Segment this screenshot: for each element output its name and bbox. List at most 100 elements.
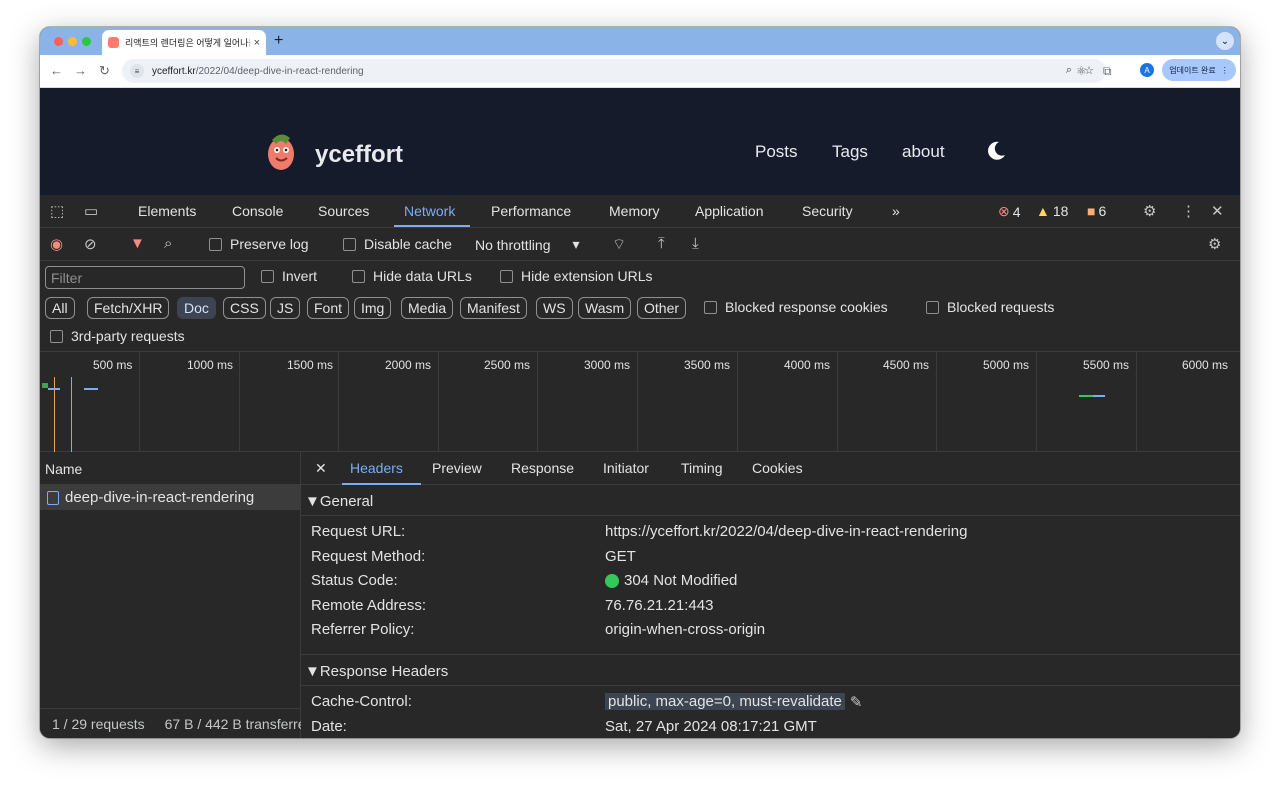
nav-tags[interactable]: Tags — [832, 142, 868, 162]
timeline-tick: 4500 ms — [883, 358, 930, 372]
tab-application[interactable]: Application — [695, 203, 764, 219]
tab-headers[interactable]: Headers — [350, 460, 403, 476]
cache-control-value: public, max-age=0, must-revalidate ✎ — [605, 693, 862, 711]
blocked-requests-checkbox[interactable]: Blocked requests — [926, 299, 1054, 315]
tab-security[interactable]: Security — [802, 203, 853, 219]
invert-checkbox[interactable]: Invert — [261, 268, 317, 284]
url-path: /2022/04/deep-dive-in-react-rendering — [195, 65, 364, 77]
tab-sources[interactable]: Sources — [318, 203, 369, 219]
tab-close-icon[interactable]: × — [254, 37, 260, 49]
device-toolbar-icon[interactable]: ▭ — [84, 202, 98, 220]
search-icon[interactable]: ⌕ — [164, 235, 172, 252]
nav-about[interactable]: about — [902, 142, 945, 162]
extensions-icon[interactable]: ⧉ — [1103, 64, 1112, 79]
request-row[interactable]: deep-dive-in-react-rendering — [40, 485, 300, 510]
response-headers-section-header[interactable]: ▼Response Headers — [301, 655, 1240, 686]
filter-bar: Filter Invert Hide data URLs Hide extens… — [40, 261, 1240, 352]
close-details-icon[interactable]: ✕ — [315, 460, 327, 477]
filter-input[interactable]: Filter — [45, 266, 245, 289]
tab-elements[interactable]: Elements — [138, 203, 196, 219]
type-filter-all[interactable]: All — [45, 297, 75, 319]
new-tab-button[interactable]: + — [274, 32, 283, 50]
timeline-gridline — [139, 352, 140, 452]
close-devtools-icon[interactable]: ✕ — [1211, 202, 1224, 220]
tab-memory[interactable]: Memory — [609, 203, 660, 219]
clear-icon[interactable]: ⊘ — [84, 235, 97, 253]
browser-tab[interactable]: 리액트의 렌더링은 어떻게 일어나는가? × — [102, 30, 266, 55]
moon-icon[interactable] — [985, 140, 1007, 162]
issue-counter[interactable]: ■ 6 — [1087, 203, 1106, 219]
preserve-log-checkbox[interactable]: Preserve log — [209, 236, 309, 252]
tab-initiator[interactable]: Initiator — [603, 460, 649, 476]
type-filter-js[interactable]: JS — [270, 297, 301, 319]
forward-icon[interactable]: → — [74, 63, 87, 78]
tab-cookies[interactable]: Cookies — [752, 460, 803, 476]
header-row: Status Code: 304 Not Modified — [301, 569, 1240, 594]
network-summary-bar: 1 / 29 requests 67 B / 442 B transferred — [40, 708, 301, 738]
timeline-gridline — [438, 352, 439, 452]
tab-preview[interactable]: Preview — [432, 460, 482, 476]
hide-extension-urls-label: Hide extension URLs — [521, 268, 653, 284]
favicon-icon — [108, 37, 119, 48]
more-options-icon[interactable]: ⋮ — [1181, 202, 1196, 220]
name-column-header[interactable]: Name — [40, 452, 300, 485]
profile-avatar[interactable]: A — [1140, 63, 1154, 77]
tab-performance[interactable]: Performance — [491, 203, 571, 219]
zoom-icon[interactable]: ⌕ — [1066, 64, 1072, 77]
edit-pencil-icon[interactable]: ✎ — [850, 693, 863, 711]
timeline-tick: 4000 ms — [784, 358, 831, 372]
hide-extension-urls-checkbox[interactable]: Hide extension URLs — [500, 268, 653, 284]
tab-timing[interactable]: Timing — [681, 460, 723, 476]
type-filter-ws[interactable]: WS — [536, 297, 573, 319]
maximize-window-button[interactable] — [82, 37, 91, 46]
type-filter-font[interactable]: Font — [307, 297, 350, 319]
tab-search-button[interactable]: ⌄ — [1216, 32, 1234, 50]
header-key: Remote Address: — [311, 596, 427, 614]
header-value[interactable]: public, max-age=0, must-revalidate — [605, 693, 845, 711]
tab-response[interactable]: Response — [511, 460, 574, 476]
logo-icon[interactable] — [264, 130, 298, 172]
hide-data-urls-checkbox[interactable]: Hide data URLs — [352, 268, 472, 284]
address-bar[interactable]: ≡ yceffort.kr/2022/04/deep-dive-in-react… — [122, 59, 1106, 83]
timeline-overview[interactable]: 500 ms 1000 ms 1500 ms 2000 ms 2500 ms 3… — [40, 352, 1240, 452]
error-counter[interactable]: ⊗ 4 — [998, 203, 1021, 220]
tab-console[interactable]: Console — [232, 203, 283, 219]
network-conditions-icon[interactable]: ⌔ — [612, 235, 626, 254]
inspect-element-icon[interactable]: ⬚ — [50, 202, 64, 220]
type-filter-fetch-xhr[interactable]: Fetch/XHR — [87, 297, 170, 319]
general-section-header[interactable]: ▼General — [301, 485, 1240, 516]
record-stop-icon[interactable]: ◉ — [50, 235, 63, 253]
back-icon[interactable]: ← — [50, 63, 63, 78]
throttling-value: No throttling — [475, 236, 551, 253]
type-filter-manifest[interactable]: Manifest — [460, 297, 527, 319]
throttling-select[interactable]: No throttling ▾ — [475, 236, 580, 253]
type-filter-wasm[interactable]: Wasm — [578, 297, 632, 319]
disable-cache-checkbox[interactable]: Disable cache — [343, 236, 452, 252]
network-settings-icon[interactable]: ⚙ — [1208, 235, 1221, 253]
chevron-down-icon: ▾ — [572, 236, 580, 252]
react-devtools-icon[interactable]: ⚛ — [1076, 64, 1087, 78]
type-filter-css[interactable]: CSS — [223, 297, 266, 319]
import-har-icon[interactable]: ⤒ — [658, 235, 665, 252]
close-window-button[interactable] — [54, 37, 63, 46]
filter-icon[interactable]: ▼ — [130, 235, 145, 252]
reload-icon[interactable]: ↻ — [99, 63, 110, 79]
blocked-cookies-checkbox[interactable]: Blocked response cookies — [704, 299, 888, 315]
settings-gear-icon[interactable]: ⚙ — [1143, 202, 1156, 220]
browser-toolbar: ← → ↻ ≡ yceffort.kr/2022/04/deep-dive-in… — [40, 55, 1240, 88]
minimize-window-button[interactable] — [68, 37, 77, 46]
third-party-checkbox[interactable]: 3rd-party requests — [50, 328, 185, 344]
type-filter-doc[interactable]: Doc — [177, 297, 216, 319]
export-har-icon[interactable]: ⤓ — [692, 235, 699, 252]
type-filter-media[interactable]: Media — [401, 297, 454, 319]
more-tabs-icon[interactable]: » — [892, 203, 900, 219]
update-button[interactable]: 업데이트 완료 ⋮ — [1162, 59, 1236, 81]
type-filter-img[interactable]: Img — [354, 297, 392, 319]
site-info-icon[interactable]: ≡ — [130, 64, 144, 78]
blog-title[interactable]: yceffort — [315, 141, 403, 169]
nav-posts[interactable]: Posts — [755, 142, 798, 162]
header-key: Referrer Policy: — [311, 621, 415, 639]
tab-network[interactable]: Network — [404, 203, 455, 219]
warning-counter[interactable]: ▲ 18 — [1036, 203, 1068, 219]
type-filter-other[interactable]: Other — [637, 297, 687, 319]
